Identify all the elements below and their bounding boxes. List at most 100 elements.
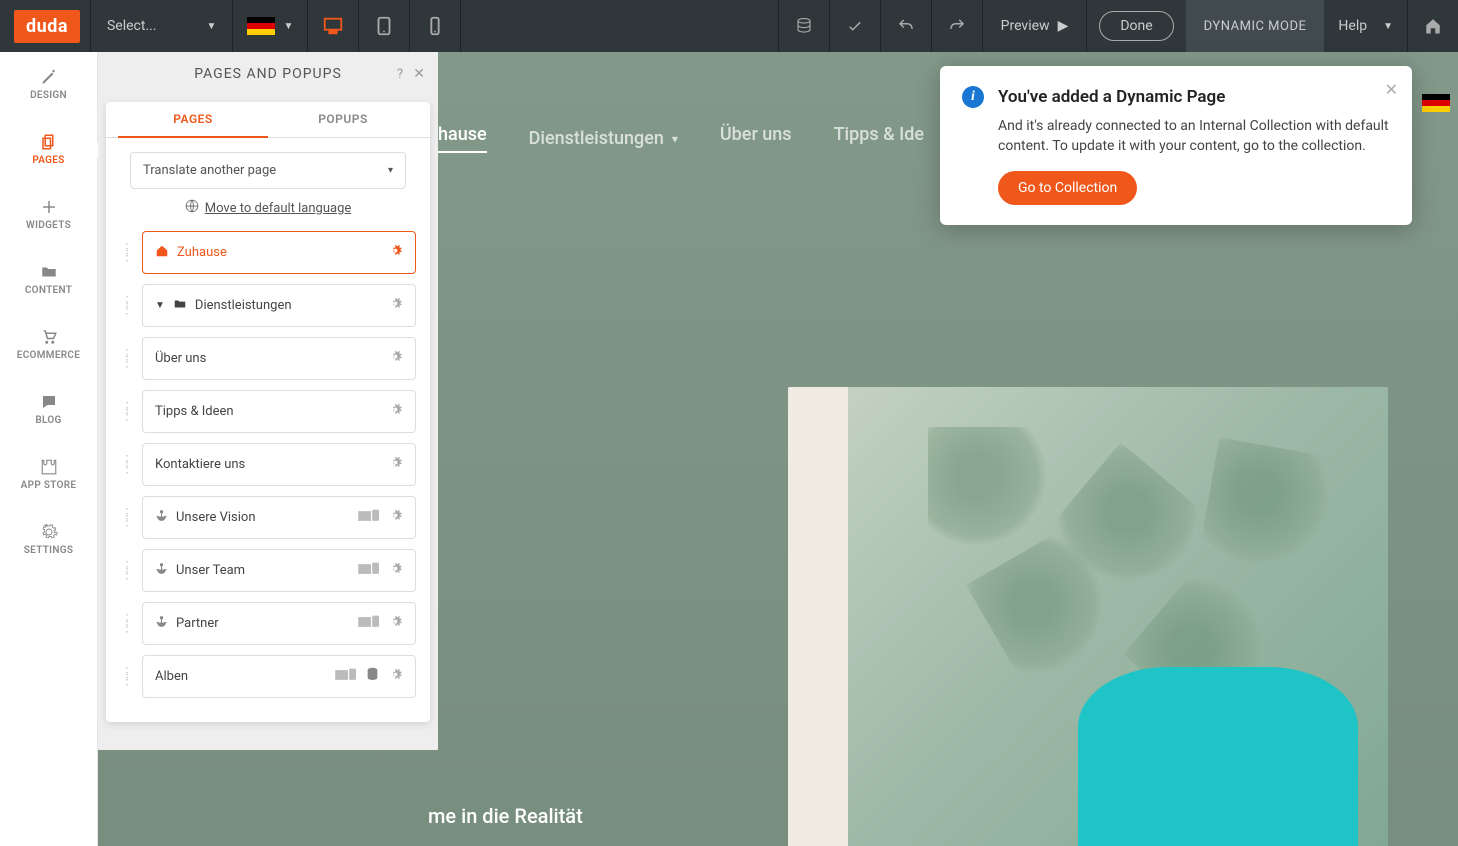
anchor-icon: [155, 615, 168, 632]
device-tablet-button[interactable]: [359, 0, 409, 52]
drag-handle-icon[interactable]: ⋮⋮: [120, 617, 134, 631]
page-card[interactable]: Unser Team: [142, 549, 416, 592]
page-label: Tipps & Ideen: [155, 404, 234, 419]
nav-pages[interactable]: PAGES: [0, 117, 97, 182]
nav-blog[interactable]: BLOG: [0, 377, 97, 442]
page-label: Unsere Vision: [176, 510, 256, 525]
help-icon[interactable]: ?: [397, 67, 404, 82]
site-nav-item[interactable]: Über uns: [720, 124, 792, 153]
drag-handle-icon[interactable]: ⋮⋮: [120, 511, 134, 525]
gear-icon[interactable]: [388, 614, 403, 633]
drag-handle-icon[interactable]: ⋮⋮: [120, 352, 134, 366]
gear-icon[interactable]: [388, 455, 403, 474]
page-label: Dienstleistungen: [195, 298, 292, 313]
toast-body: And it's already connected to an Interna…: [998, 116, 1390, 157]
preview-button[interactable]: Preview ▶: [983, 18, 1087, 34]
gear-icon[interactable]: [388, 243, 403, 262]
drag-handle-icon[interactable]: ⋮⋮: [120, 246, 134, 260]
hero-image: [788, 387, 1388, 846]
translate-page-dropdown[interactable]: Translate another page ▾: [130, 152, 406, 189]
chevron-down-icon: ▼: [283, 21, 293, 32]
nav-design[interactable]: DESIGN: [0, 52, 97, 117]
close-icon[interactable]: ✕: [1385, 80, 1398, 99]
play-icon: ▶: [1058, 18, 1069, 34]
redo-button[interactable]: [932, 0, 982, 52]
panel-tabs: PAGES POPUPS: [106, 102, 430, 138]
gear-icon[interactable]: [388, 561, 403, 580]
page-card[interactable]: ▼ Dienstleistungen: [142, 284, 416, 327]
gear-icon[interactable]: [388, 296, 403, 315]
chevron-down-icon: ▾: [388, 165, 393, 176]
help-dropdown[interactable]: Help ▼: [1324, 18, 1407, 34]
panel-header: PAGES AND POPUPS ? ✕: [98, 52, 438, 94]
device-mobile-button[interactable]: [410, 0, 460, 52]
language-flag-badge[interactable]: [1422, 94, 1450, 112]
page-label: Partner: [176, 616, 219, 631]
page-card[interactable]: Partner: [142, 602, 416, 645]
devices-icon: [358, 615, 380, 633]
checkmark-button[interactable]: [830, 0, 880, 52]
tab-pages[interactable]: PAGES: [118, 102, 268, 138]
page-row: ⋮⋮ Unsere Vision: [120, 496, 416, 539]
move-to-default-language-link[interactable]: Move to default language: [106, 199, 430, 217]
drag-handle-icon[interactable]: ⋮⋮: [120, 564, 134, 578]
drag-handle-icon[interactable]: ⋮⋮: [120, 299, 134, 313]
page-card[interactable]: Unsere Vision: [142, 496, 416, 539]
device-desktop-button[interactable]: [308, 0, 358, 52]
page-row: ⋮⋮ Partner: [120, 602, 416, 645]
page-card[interactable]: Tipps & Ideen: [142, 390, 416, 433]
page-row: ⋮⋮ Unser Team: [120, 549, 416, 592]
dynamic-page-toast: ✕ i You've added a Dynamic Page And it's…: [940, 66, 1412, 225]
site-nav-item[interactable]: Tipps & Ide: [834, 124, 924, 153]
topbar: duda Select... ▼ ▼ Preview ▶ Done DYN: [0, 0, 1458, 52]
toast-title: You've added a Dynamic Page: [998, 87, 1225, 107]
drag-handle-icon[interactable]: ⋮⋮: [120, 670, 134, 684]
chevron-down-icon: ▼: [155, 300, 165, 311]
page-label: Kontaktiere uns: [155, 457, 245, 472]
site-nav-item[interactable]: Dienstleistungen: [529, 128, 664, 149]
page-label: Über uns: [155, 351, 206, 366]
tab-popups[interactable]: POPUPS: [268, 102, 418, 137]
site-select-dropdown[interactable]: Select... ▼: [91, 18, 232, 34]
database-button[interactable]: [779, 0, 829, 52]
drag-handle-icon[interactable]: ⋮⋮: [120, 405, 134, 419]
page-row: ⋮⋮ Kontaktiere uns: [120, 443, 416, 486]
gear-icon[interactable]: [388, 349, 403, 368]
page-label: Unser Team: [176, 563, 245, 578]
language-flag-dropdown[interactable]: ▼: [233, 17, 307, 35]
nav-content[interactable]: CONTENT: [0, 247, 97, 312]
globe-icon: [185, 199, 199, 217]
nav-widgets[interactable]: WIDGETS: [0, 182, 97, 247]
devices-icon: [358, 509, 380, 527]
page-row: ⋮⋮ ▼ Dienstleistungen: [120, 284, 416, 327]
drag-handle-icon[interactable]: ⋮⋮: [120, 458, 134, 472]
page-label: Zuhause: [177, 245, 227, 260]
page-card[interactable]: Zuhause: [142, 231, 416, 274]
page-card[interactable]: Kontaktiere uns: [142, 443, 416, 486]
hero-subheading: me in die Realität: [428, 804, 583, 828]
leftbar: DESIGNPAGESWIDGETSCONTENTECOMMERCEBLOGAP…: [0, 52, 98, 846]
done-button[interactable]: Done: [1099, 11, 1173, 41]
devices-icon: [335, 668, 357, 686]
home-button[interactable]: [1408, 0, 1458, 52]
gear-icon[interactable]: [388, 402, 403, 421]
page-card[interactable]: Über uns: [142, 337, 416, 380]
close-icon[interactable]: ✕: [413, 66, 426, 82]
folder-icon: [173, 297, 187, 315]
go-to-collection-button[interactable]: Go to Collection: [998, 171, 1137, 205]
logo: duda: [14, 10, 80, 43]
database-icon: [365, 667, 380, 686]
gear-icon[interactable]: [388, 508, 403, 527]
anchor-icon: [155, 562, 168, 579]
undo-button[interactable]: [881, 0, 931, 52]
panel-title: PAGES AND POPUPS: [194, 66, 342, 82]
germany-flag-icon: [247, 17, 275, 35]
nav-app store[interactable]: APP STORE: [0, 442, 97, 507]
nav-settings[interactable]: SETTINGS: [0, 507, 97, 572]
gear-icon[interactable]: [388, 667, 403, 686]
pages-panel: PAGES AND POPUPS ? ✕ PAGES POPUPS Transl…: [98, 52, 438, 750]
nav-ecommerce[interactable]: ECOMMERCE: [0, 312, 97, 377]
dynamic-mode-indicator: DYNAMIC MODE: [1186, 0, 1325, 52]
page-card[interactable]: Alben: [142, 655, 416, 698]
chevron-down-icon: ▼: [207, 21, 217, 32]
